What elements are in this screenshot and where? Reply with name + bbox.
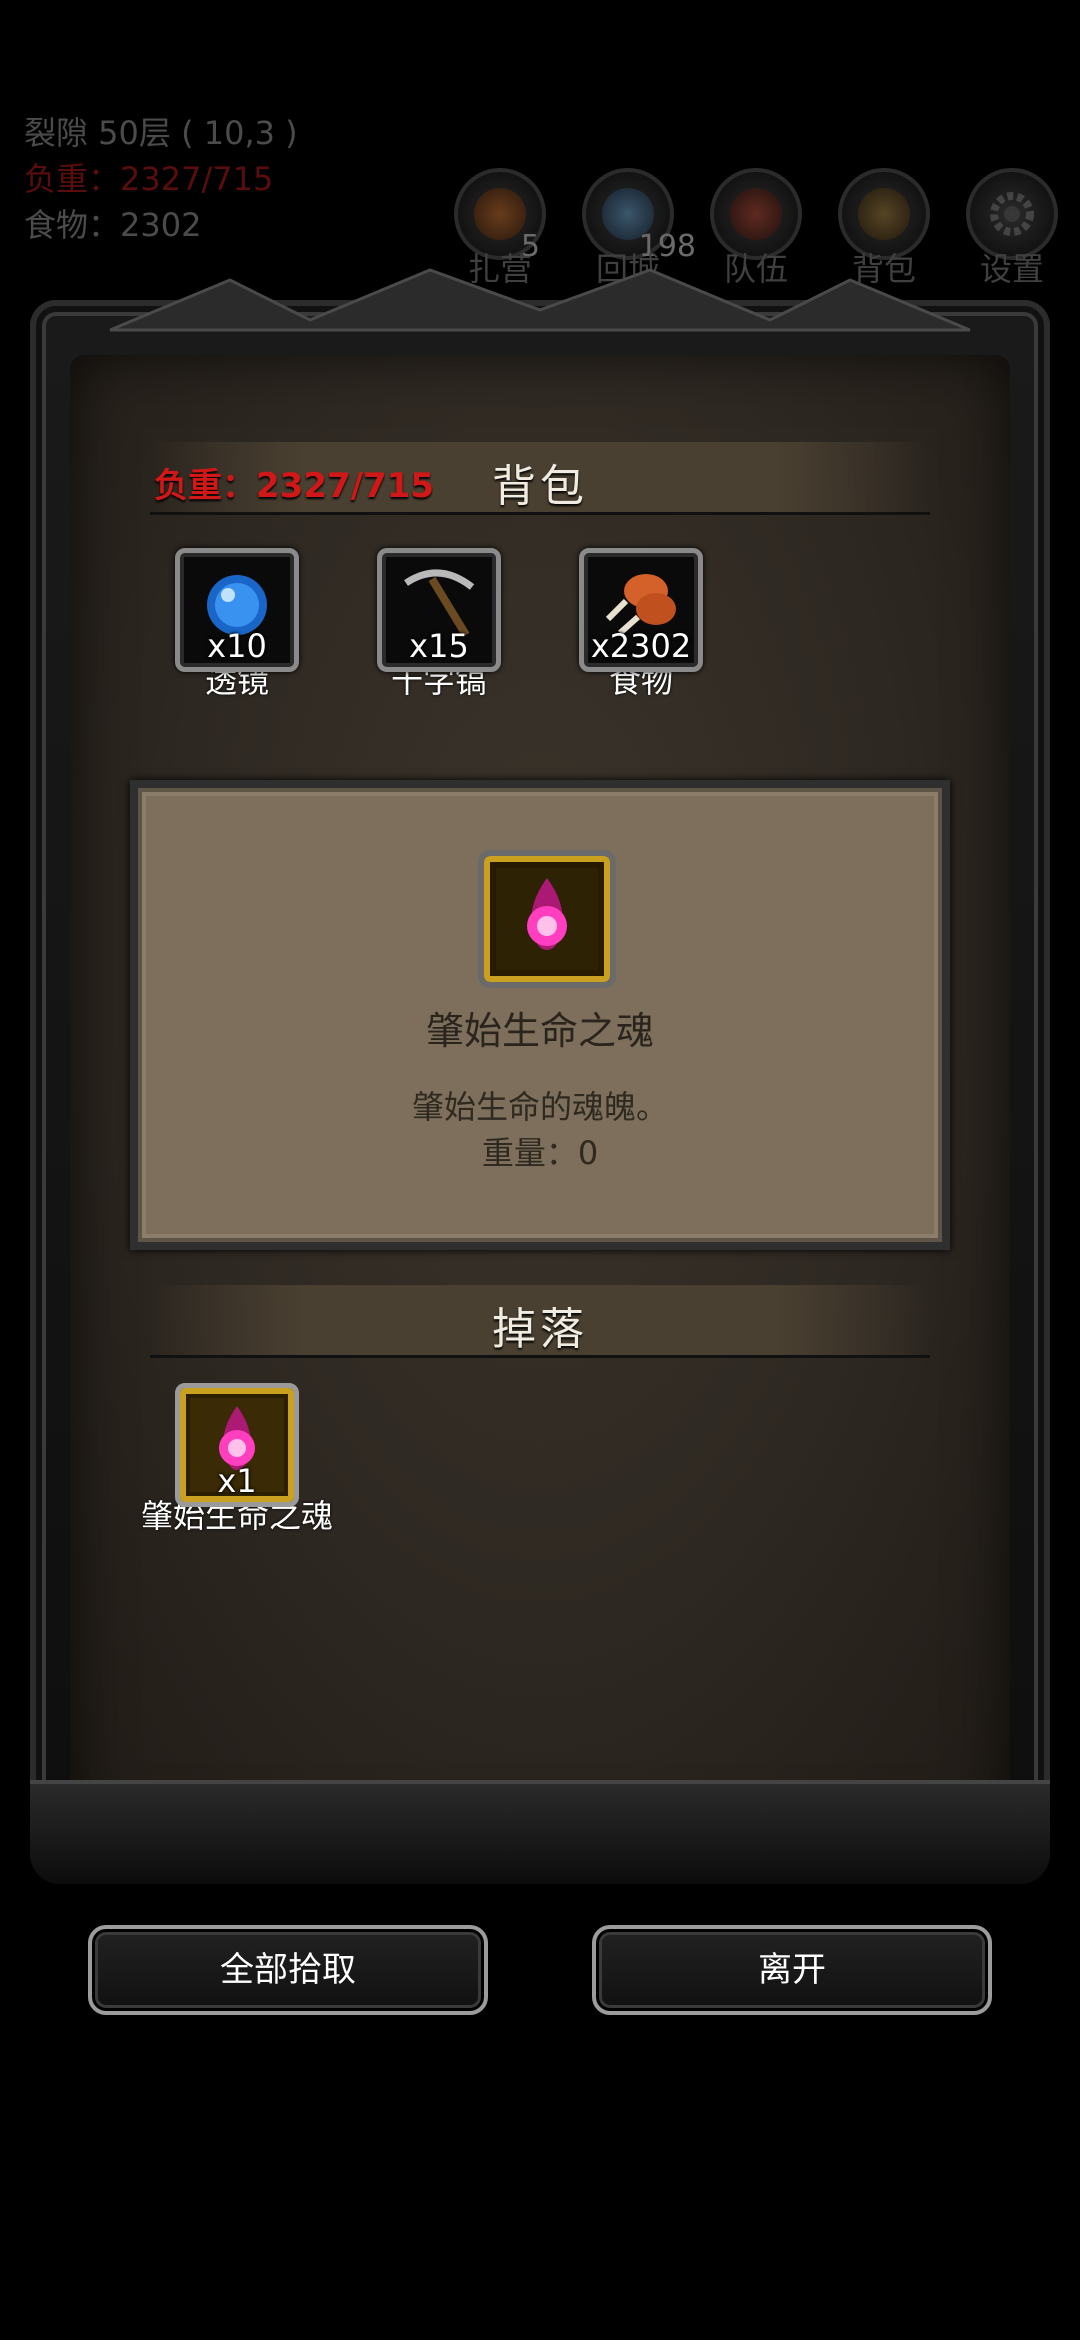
food-text: 食物：2302	[24, 206, 202, 244]
detail-description: 肇始生命的魂魄。 重量：0	[138, 1084, 942, 1176]
backpack-header: 负重：2327/715 背包	[150, 442, 930, 515]
backpack-item-food[interactable]: x2302 食物	[579, 548, 703, 704]
soul-orb-icon	[478, 850, 616, 988]
item-detail-card: 肇始生命之魂 肇始生命的魂魄。 重量：0	[130, 780, 950, 1250]
pickaxe-icon: x15	[377, 548, 501, 672]
frame-bottom-ornament	[30, 1780, 1050, 1884]
backpack-item-lens[interactable]: x10 透镜	[175, 548, 299, 704]
detail-item-name: 肇始生命之魂	[425, 1009, 654, 1053]
drop-item-soul[interactable]: x1 肇始生命之魂	[141, 1383, 333, 1539]
weight-text: 负重：2327/715	[24, 160, 274, 198]
frame-ornament	[110, 268, 970, 332]
backpack-title: 背包	[492, 461, 588, 512]
status-hud: 裂隙 50层 ( 10,3 ) 负重：2327/715 食物：2302	[24, 110, 298, 248]
drops-title: 掉落	[492, 1304, 588, 1355]
pick-all-button[interactable]: 全部拾取	[88, 1925, 488, 2015]
drops-header: 掉落	[150, 1285, 930, 1358]
location-text: 裂隙 50层 ( 10,3 )	[24, 114, 298, 152]
meat-icon: x2302	[579, 548, 703, 672]
soul-orb-icon: x1	[175, 1383, 299, 1507]
backpack-item-pickaxe[interactable]: x15 十字镐	[377, 548, 501, 704]
detail-weight: 重量：0	[481, 1134, 599, 1172]
settings-button[interactable]: 设置	[962, 168, 1062, 298]
detail-desc-text: 肇始生命的魂魄。	[411, 1088, 668, 1126]
leave-button[interactable]: 离开	[592, 1925, 992, 2015]
settings-label: 设置	[979, 250, 1044, 288]
lens-icon: x10	[175, 548, 299, 672]
